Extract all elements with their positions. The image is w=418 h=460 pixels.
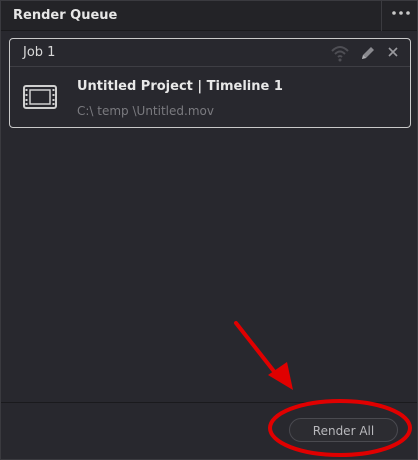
- film-clip-icon: [23, 85, 57, 113]
- job-output-path: C:\ temp \Untitled.mov: [77, 104, 214, 118]
- job-header: Job 1: [10, 39, 410, 67]
- more-options-icon[interactable]: [390, 8, 412, 22]
- footer-divider: [1, 402, 417, 403]
- panel-titlebar: Render Queue: [1, 1, 417, 31]
- panel-title: Render Queue: [13, 8, 118, 23]
- render-queue-panel: Render Queue Job 1 Untitled Project | Ti…: [0, 0, 418, 460]
- job-name: Untitled Project | Timeline 1: [77, 79, 283, 94]
- remote-render-icon[interactable]: [330, 44, 350, 66]
- job-card[interactable]: Job 1 Untitled Project | Timeline 1 C:\ …: [9, 38, 411, 128]
- close-icon[interactable]: [386, 44, 400, 64]
- edit-pencil-icon[interactable]: [359, 44, 377, 66]
- render-all-button[interactable]: Render All: [289, 418, 398, 442]
- titlebar-divider: [381, 1, 382, 31]
- job-title: Job 1: [23, 45, 56, 60]
